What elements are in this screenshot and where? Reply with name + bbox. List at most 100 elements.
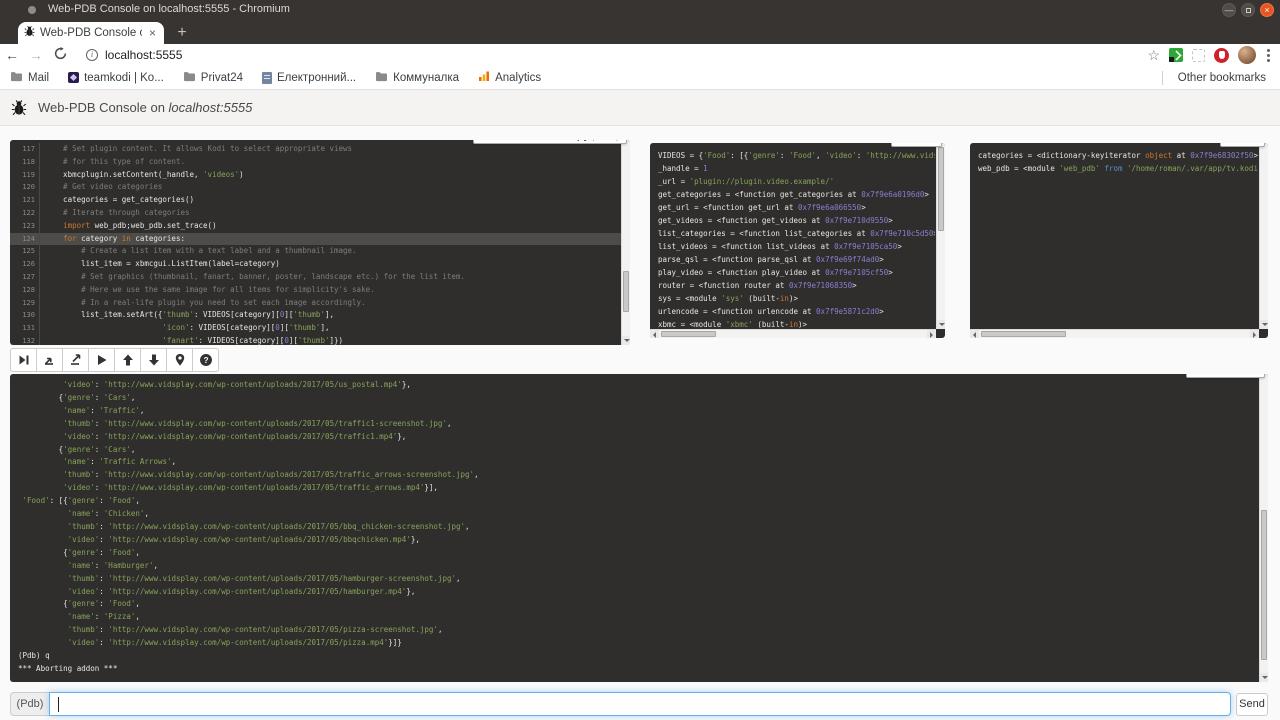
console-line: 'name': 'Traffic Arrows', (18, 456, 1257, 469)
console-line: 'thumb': 'http://www.vidsplay.com/wp-con… (18, 469, 1257, 482)
help-button[interactable]: ? (192, 348, 219, 372)
scroll-down-button[interactable] (1260, 673, 1268, 682)
minimize-button[interactable]: — (1222, 3, 1236, 17)
bookmark-item[interactable]: Коммуналка (375, 71, 459, 85)
arrow-down-icon (147, 353, 161, 367)
scroll-left-button[interactable] (650, 330, 659, 338)
code-lines: 117 # Set plugin content. It allows Kodi… (10, 143, 621, 345)
console-line: (Pdb) q (18, 650, 1257, 663)
new-tab-button[interactable]: + (172, 24, 192, 42)
scroll-left-button[interactable] (970, 330, 979, 338)
where-button[interactable] (166, 348, 193, 372)
extension-placeholder-icon[interactable] (1192, 49, 1205, 62)
console-line: {'genre': 'Cars', (18, 392, 1257, 405)
variable-line: VIDEOS = {'Food': [{'genre': 'Food', 'vi… (658, 149, 935, 162)
console-line: 'video': 'http://www.vidsplay.com/wp-con… (18, 586, 1257, 599)
code-line: 126 list_item = xbmcgui.ListItem(label=c… (10, 258, 621, 271)
console-line: 'video': 'http://www.vidsplay.com/wp-con… (18, 534, 1257, 547)
scrollbar-thumb[interactable] (1261, 510, 1267, 661)
scroll-right-button[interactable] (927, 330, 936, 338)
code-line: 128 # Here we use the same image for all… (10, 284, 621, 297)
down-button[interactable] (140, 348, 167, 372)
variable-line: categories = <dictionary-keyiterator obj… (978, 149, 1258, 162)
bookmark-item[interactable]: Privat24 (183, 71, 243, 85)
send-button[interactable]: Send (1236, 693, 1268, 716)
other-bookmarks-button[interactable]: Other bookmarks (1173, 72, 1266, 84)
page-header: Web-PDB Console on localhost:5555 (0, 90, 1280, 126)
analytics-favicon (478, 70, 490, 85)
up-button[interactable] (114, 348, 141, 372)
console-line: 'name': 'Chicken', (18, 508, 1257, 521)
variable-line: xbmc = <module 'xbmc' (built-in)> (658, 318, 935, 328)
folder-icon (375, 71, 388, 85)
pdb-console-label: PDB Console (1186, 374, 1265, 378)
code-line: 124 for category in categories: (10, 233, 621, 246)
current-file-panel: Current file: main.py(124) 117 # Set plu… (10, 140, 630, 345)
bookmark-item[interactable]: Електронний... (262, 72, 356, 84)
omnibox[interactable]: i localhost:5555 (78, 46, 1147, 64)
scrollbar-thumb[interactable] (623, 271, 629, 312)
code-line: 130 list_item.setArt({'thumb': VIDEOS[ca… (10, 309, 621, 322)
code-line: 125 # Create a list item with a text lab… (10, 245, 621, 258)
locals-vertical-scrollbar[interactable] (1259, 143, 1268, 329)
bookmark-star-icon[interactable]: ☆ (1147, 47, 1160, 64)
profile-avatar[interactable] (1238, 46, 1256, 64)
reload-icon[interactable] (48, 47, 72, 63)
globals-horizontal-scrollbar[interactable] (650, 329, 936, 338)
variable-line: play_video = <function play_video at 0x7… (658, 266, 935, 279)
step-into-icon (43, 353, 57, 367)
debugger-toolbar: ? (10, 348, 219, 372)
locals-label: Locals (1220, 143, 1265, 147)
tab-close-icon[interactable]: × (147, 26, 158, 40)
scrollbar-thumb[interactable] (981, 331, 1066, 337)
window-title: Web-PDB Console on localhost:5555 - Chro… (48, 3, 290, 15)
play-icon (95, 353, 109, 367)
globals-panel: Globals VIDEOS = {'Food': [{'genre': 'Fo… (650, 143, 945, 338)
variable-line: urlencode = <function urlencode at 0x7f9… (658, 305, 935, 318)
scrollbar-thumb[interactable] (938, 147, 944, 231)
bookmark-item[interactable]: Mail (10, 71, 49, 85)
console-line: 'thumb': 'http://www.vidsplay.com/wp-con… (18, 624, 1257, 637)
code-line: 123 import web_pdb;web_pdb.set_trace() (10, 220, 621, 233)
extension-green-icon[interactable] (1169, 48, 1183, 62)
console-vertical-scrollbar[interactable] (1259, 374, 1268, 682)
page-title: Web-PDB Console on localhost:5555 (38, 100, 252, 115)
continue-button[interactable] (88, 348, 115, 372)
maximize-button[interactable] (1241, 3, 1255, 17)
folder-icon (10, 71, 23, 85)
scroll-down-button[interactable] (1260, 320, 1268, 329)
bookmarks-bar: Mail teamkodi | Ko... Privat24 Електронний.… (0, 66, 1280, 90)
browser-tab[interactable]: Web-PDB Console on loca × (18, 22, 164, 44)
close-button[interactable]: × (1260, 3, 1274, 17)
code-vertical-scrollbar[interactable] (621, 140, 630, 345)
adblock-hand-icon[interactable] (1214, 48, 1229, 63)
console-line: 'video': 'http://www.vidsplay.com/wp-con… (18, 637, 1257, 650)
globals-vertical-scrollbar[interactable] (936, 143, 945, 329)
browser-menu-icon[interactable] (1265, 47, 1272, 64)
return-button[interactable] (62, 348, 89, 372)
locals-horizontal-scrollbar[interactable] (970, 329, 1259, 338)
console-line: 'Food': [{'genre': 'Food', (18, 495, 1257, 508)
bookmark-item[interactable]: teamkodi | Ko... (68, 72, 164, 84)
variable-line: web_pdb = <module 'web_pdb' from '/home/… (978, 162, 1258, 175)
globals-lines: VIDEOS = {'Food': [{'genre': 'Food', 'vi… (658, 149, 935, 328)
pdb-console-panel: PDB Console 'video': 'http://www.vidspla… (10, 374, 1268, 682)
bug-logo-icon (11, 99, 27, 121)
step-button[interactable] (36, 348, 63, 372)
scroll-down-button[interactable] (622, 336, 630, 345)
console-line: 'video': 'http://www.vidsplay.com/wp-con… (18, 482, 1257, 495)
forward-icon[interactable]: → (24, 47, 48, 63)
variable-line: sys = <module 'sys' (built-in)> (658, 292, 935, 305)
next-button[interactable] (10, 348, 37, 372)
bookmark-item[interactable]: Analytics (478, 70, 541, 85)
back-icon[interactable]: ← (0, 47, 24, 63)
console-line: *** Aborting addon *** (18, 663, 1257, 676)
variable-line: parse_qsl = <function parse_qsl at 0x7f9… (658, 253, 935, 266)
scrollbar-thumb[interactable] (661, 331, 716, 337)
scroll-down-button[interactable] (937, 320, 945, 329)
page-info-icon[interactable]: i (86, 49, 98, 61)
command-input[interactable] (49, 692, 1231, 716)
code-line: 122 # Iterate through categories (10, 207, 621, 220)
scroll-right-button[interactable] (1250, 330, 1259, 338)
window-icon (28, 6, 36, 14)
